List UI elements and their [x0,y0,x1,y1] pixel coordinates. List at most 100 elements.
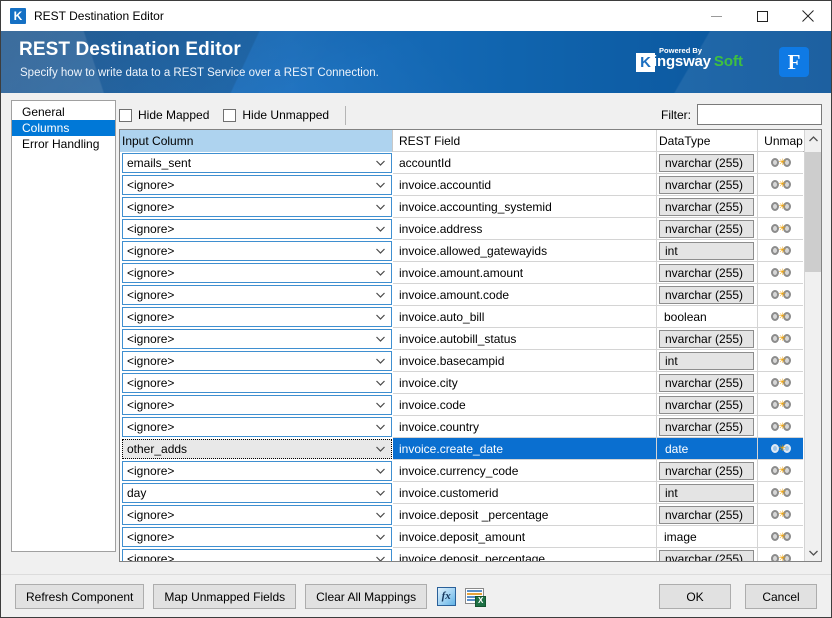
input-column-dropdown[interactable]: <ignore> [122,549,392,561]
datatype-cell[interactable]: nvarchar (255) [657,548,758,561]
table-row[interactable]: day invoice.customerid int ✳ [120,482,821,504]
hide-unmapped-checkbox-wrap[interactable]: Hide Unmapped [223,108,329,122]
chevron-down-icon[interactable] [372,374,388,392]
chevron-down-icon[interactable] [372,506,388,524]
table-row[interactable]: <ignore> invoice.accounting_systemid nvarc… [120,196,821,218]
chevron-down-icon[interactable] [372,286,388,304]
table-row[interactable]: <ignore> invoice.deposit _percentage nvarc… [120,504,821,526]
unlink-icon[interactable]: ✳ [770,332,791,345]
rest-field-cell[interactable]: invoice.allowed_gatewayids [393,240,657,262]
input-column-dropdown[interactable]: <ignore> [122,219,392,239]
table-row[interactable]: <ignore> invoice.code nvarchar (255) ✳ [120,394,821,416]
rest-field-cell[interactable]: invoice.accountid [393,174,657,196]
unmap-cell[interactable]: ✳ [758,262,803,284]
input-column-dropdown[interactable]: emails_sent [122,153,392,173]
unlink-icon[interactable]: ✳ [770,464,791,477]
scroll-up-icon[interactable] [805,130,821,147]
unmap-cell[interactable]: ✳ [758,548,803,561]
chevron-down-icon[interactable] [372,154,388,172]
chevron-down-icon[interactable] [372,528,388,546]
datatype-value[interactable]: nvarchar (255) [659,506,754,524]
datatype-value[interactable]: int [659,242,754,260]
unlink-icon[interactable]: ✳ [770,266,791,279]
input-column-cell[interactable]: <ignore> [120,504,393,526]
datatype-value[interactable]: int [659,352,754,370]
datatype-value[interactable]: date [659,440,754,458]
rest-field-cell[interactable]: invoice.city [393,372,657,394]
input-column-cell[interactable]: other_adds [120,438,393,460]
unmap-cell[interactable]: ✳ [758,504,803,526]
input-column-dropdown[interactable]: <ignore> [122,285,392,305]
table-row[interactable]: <ignore> invoice.currency_code nvarchar (2… [120,460,821,482]
datatype-value[interactable]: image [659,528,754,546]
grid-vertical-scrollbar[interactable] [804,130,821,561]
table-row[interactable]: other_adds invoice.create_date date ✳ [120,438,821,460]
datatype-value[interactable]: nvarchar (255) [659,220,754,238]
datatype-cell[interactable]: nvarchar (255) [657,152,758,174]
input-column-cell[interactable]: day [120,482,393,504]
unmap-cell[interactable]: ✳ [758,482,803,504]
datatype-cell[interactable]: nvarchar (255) [657,372,758,394]
datatype-cell[interactable]: nvarchar (255) [657,328,758,350]
input-column-cell[interactable]: <ignore> [120,328,393,350]
datatype-value[interactable]: nvarchar (255) [659,198,754,216]
rest-field-cell[interactable]: invoice.code [393,394,657,416]
datatype-value[interactable]: nvarchar (255) [659,396,754,414]
input-column-dropdown[interactable]: <ignore> [122,417,392,437]
datatype-value[interactable]: nvarchar (255) [659,176,754,194]
close-icon[interactable] [785,1,831,31]
chevron-down-icon[interactable] [372,198,388,216]
minimize-icon[interactable] [693,1,739,31]
input-column-cell[interactable]: <ignore> [120,196,393,218]
input-column-cell[interactable]: <ignore> [120,174,393,196]
input-column-dropdown[interactable]: <ignore> [122,395,392,415]
datatype-cell[interactable]: int [657,240,758,262]
unlink-icon[interactable]: ✳ [770,442,791,455]
datatype-cell[interactable]: nvarchar (255) [657,460,758,482]
filter-input[interactable] [697,104,822,125]
unmap-cell[interactable]: ✳ [758,394,803,416]
chevron-down-icon[interactable] [372,330,388,348]
input-column-dropdown[interactable]: <ignore> [122,197,392,217]
input-column-dropdown[interactable]: other_adds [122,439,392,459]
input-column-cell[interactable]: <ignore> [120,350,393,372]
rest-field-cell[interactable]: invoice.amount.code [393,284,657,306]
column-header-rest-field[interactable]: REST Field [393,130,657,152]
input-column-dropdown[interactable]: day [122,483,392,503]
table-row[interactable]: <ignore> invoice.basecampid int ✳ [120,350,821,372]
sidebar-item-general[interactable]: General [12,104,115,120]
sidebar-item-columns[interactable]: Columns [12,120,115,136]
scrollbar-track[interactable] [805,147,821,544]
rest-field-cell[interactable]: invoice.deposit_percentage [393,548,657,561]
input-column-cell[interactable]: <ignore> [120,416,393,438]
hide-mapped-checkbox[interactable] [119,108,132,122]
input-column-dropdown[interactable]: <ignore> [122,527,392,547]
datatype-cell[interactable]: nvarchar (255) [657,196,758,218]
datatype-value[interactable]: int [659,484,754,502]
scrollbar-thumb[interactable] [805,152,821,272]
clear-all-mappings-button[interactable]: Clear All Mappings [305,584,428,609]
chevron-down-icon[interactable] [372,264,388,282]
datatype-value[interactable]: boolean [659,308,754,326]
unlink-icon[interactable]: ✳ [770,376,791,389]
refresh-component-button[interactable]: Refresh Component [15,584,145,609]
input-column-cell[interactable]: <ignore> [120,548,393,561]
unmap-cell[interactable]: ✳ [758,284,803,306]
unlink-icon[interactable]: ✳ [770,310,791,323]
chevron-down-icon[interactable] [372,550,388,561]
unlink-icon[interactable]: ✳ [770,508,791,521]
input-column-dropdown[interactable]: <ignore> [122,505,392,525]
input-column-cell[interactable]: <ignore> [120,284,393,306]
maximize-icon[interactable] [739,1,785,31]
datatype-value[interactable]: nvarchar (255) [659,418,754,436]
rest-field-cell[interactable]: invoice.deposit _percentage [393,504,657,526]
datatype-cell[interactable]: nvarchar (255) [657,174,758,196]
table-row[interactable]: <ignore> invoice.amount.code nvarchar (255… [120,284,821,306]
input-column-cell[interactable]: <ignore> [120,306,393,328]
input-column-dropdown[interactable]: <ignore> [122,307,392,327]
input-column-cell[interactable]: <ignore> [120,240,393,262]
datatype-cell[interactable]: nvarchar (255) [657,284,758,306]
datatype-value[interactable]: nvarchar (255) [659,550,754,561]
column-header-datatype[interactable]: DataType [657,130,758,152]
unmap-cell[interactable]: ✳ [758,196,803,218]
